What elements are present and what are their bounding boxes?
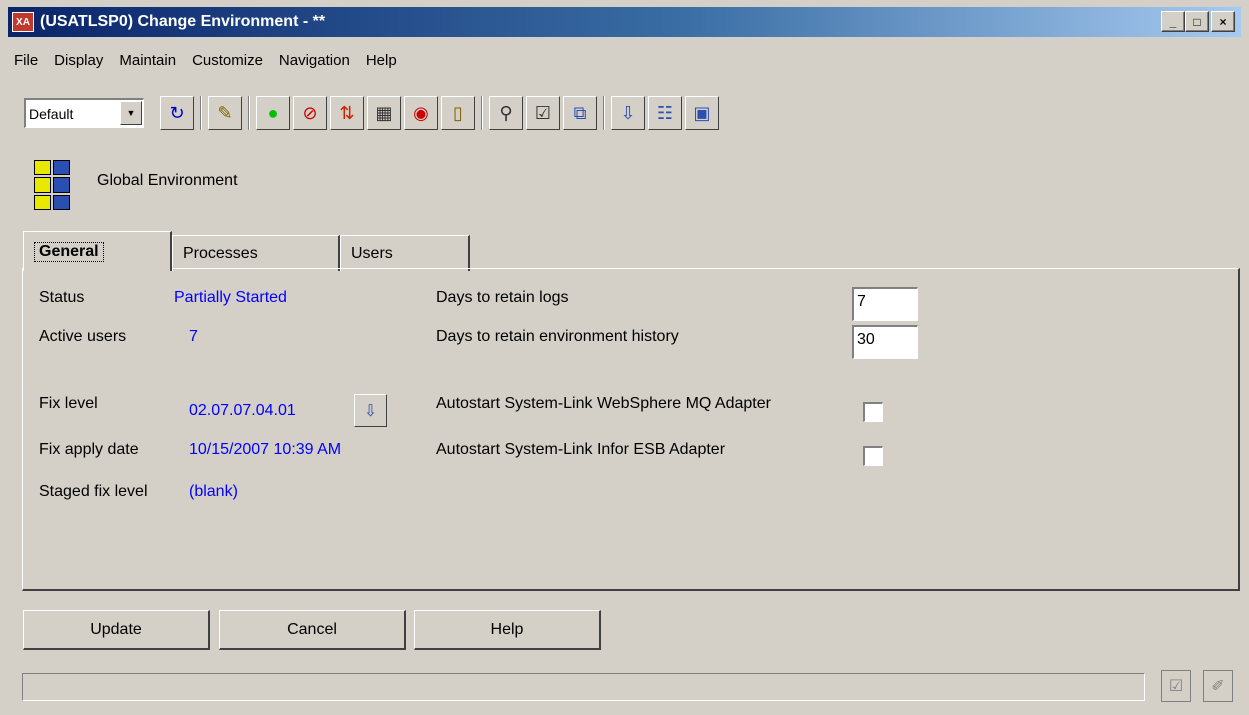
fix-install-icon: ⇩	[620, 102, 636, 123]
tab-processes-label: Processes	[183, 244, 258, 262]
toolbar-separator	[481, 96, 483, 130]
retain-history-label: Days to retain environment history	[436, 328, 679, 345]
tab-users-label: Users	[351, 244, 393, 262]
menu-maintain[interactable]: Maintain	[111, 52, 184, 69]
info-icon: ▯	[453, 102, 463, 123]
transfer-button[interactable]: ⇅	[330, 96, 364, 130]
fix-list-button[interactable]: ☷	[648, 96, 682, 130]
toolbar-separator	[200, 96, 202, 130]
pencil-button[interactable]: ✎	[208, 96, 242, 130]
menu-bar: File Display Maintain Customize Navigati…	[14, 52, 405, 69]
refresh-button[interactable]: ↻	[160, 96, 194, 130]
page-title: Global Environment	[97, 172, 238, 189]
menu-help[interactable]: Help	[358, 52, 405, 69]
lock-button[interactable]: ◉	[404, 96, 438, 130]
tab-general[interactable]: General	[23, 231, 172, 271]
minimize-button[interactable]: _	[1161, 11, 1185, 32]
stop-icon: ⊘	[302, 102, 318, 123]
update-button[interactable]: Update	[23, 610, 210, 650]
menu-navigation[interactable]: Navigation	[271, 52, 358, 69]
refresh-icon: ↻	[169, 102, 185, 123]
fix-details-button[interactable]: ⇩	[354, 394, 387, 427]
tab-users[interactable]: Users	[340, 235, 470, 271]
general-panel: Status Partially Started Active users 7 …	[22, 268, 1240, 591]
status-bar	[22, 673, 1145, 701]
start-icon: ●	[267, 102, 279, 123]
pencil-icon: ✎	[217, 102, 233, 123]
server-button[interactable]: ▦	[367, 96, 401, 130]
menu-customize[interactable]: Customize	[184, 52, 271, 69]
window-title: (USATLSP0) Change Environment - **	[40, 13, 326, 30]
menu-display[interactable]: Display	[46, 52, 111, 69]
cancel-button[interactable]: Cancel	[219, 610, 406, 650]
toolbar-separator	[248, 96, 250, 130]
active-users-label: Active users	[39, 328, 127, 345]
server-icon: ▦	[375, 102, 393, 123]
environment-button[interactable]: ▣	[685, 96, 719, 130]
tab-processes[interactable]: Processes	[172, 235, 340, 271]
autostart-esb-checkbox[interactable]	[863, 446, 883, 466]
toolbar-separator	[603, 96, 605, 130]
help-button[interactable]: Help	[414, 610, 601, 650]
menu-file[interactable]: File	[14, 52, 46, 69]
fix-install-button[interactable]: ⇩	[611, 96, 645, 130]
transfer-icon: ⇅	[339, 102, 355, 123]
maximize-button[interactable]: □	[1185, 11, 1209, 32]
fix-apply-date-label: Fix apply date	[39, 441, 139, 458]
fix-level-value: 02.07.07.04.01	[189, 402, 296, 419]
autostart-mq-checkbox[interactable]	[863, 402, 883, 422]
environment-icon: ▣	[693, 102, 711, 123]
change-environment-window: XA (USATLSP0) Change Environment - ** _ …	[0, 0, 1249, 715]
fix-install-icon: ⇩	[363, 402, 378, 420]
windows-button[interactable]: ⧉	[563, 96, 597, 130]
title-bar[interactable]: XA (USATLSP0) Change Environment - ** _ …	[8, 7, 1241, 37]
autostart-mq-label: Autostart System-Link WebSphere MQ Adapt…	[436, 395, 771, 412]
tab-strip: General Processes Users	[23, 231, 470, 271]
checklist-icon: ☑	[534, 102, 552, 123]
app-icon: XA	[12, 12, 34, 32]
autostart-esb-label: Autostart System-Link Infor ESB Adapter	[436, 441, 726, 458]
info-button[interactable]: ▯	[441, 96, 475, 130]
status-label: Status	[39, 289, 85, 306]
active-users-value: 7	[189, 328, 198, 345]
close-button[interactable]: ×	[1211, 11, 1235, 32]
tab-general-label: General	[34, 241, 104, 262]
staged-fix-value: (blank)	[189, 483, 238, 500]
eraser-icon[interactable]: ✐	[1203, 670, 1233, 702]
start-button[interactable]: ●	[256, 96, 290, 130]
staged-fix-label: Staged fix level	[39, 483, 148, 500]
windows-icon: ⧉	[573, 102, 587, 123]
stop-button[interactable]: ⊘	[293, 96, 327, 130]
view-select-value: Default	[29, 105, 74, 122]
chevron-down-icon[interactable]: ▼	[120, 101, 142, 125]
retain-logs-label: Days to retain logs	[436, 289, 569, 306]
fix-apply-date-value: 10/15/2007 10:39 AM	[189, 441, 342, 458]
network-icon: ⚲	[499, 102, 513, 123]
fix-list-icon: ☷	[656, 102, 674, 123]
clipboard-icon[interactable]: ☑	[1161, 670, 1191, 702]
retain-logs-field[interactable]: 7	[852, 287, 918, 321]
status-value: Partially Started	[174, 289, 287, 306]
network-button[interactable]: ⚲	[489, 96, 523, 130]
view-select[interactable]: Default ▼	[24, 98, 144, 128]
retain-history-field[interactable]: 30	[852, 325, 918, 359]
toolbar: Default ▼ ↻ ✎ ● ⊘ ⇅ ▦ ◉ ▯ ⚲ ☑ ⧉ ⇩ ☷ ▣	[24, 96, 719, 130]
lock-icon: ◉	[413, 102, 429, 123]
global-environment-icon	[34, 160, 70, 210]
checklist-button[interactable]: ☑	[526, 96, 560, 130]
fix-level-label: Fix level	[39, 395, 98, 412]
